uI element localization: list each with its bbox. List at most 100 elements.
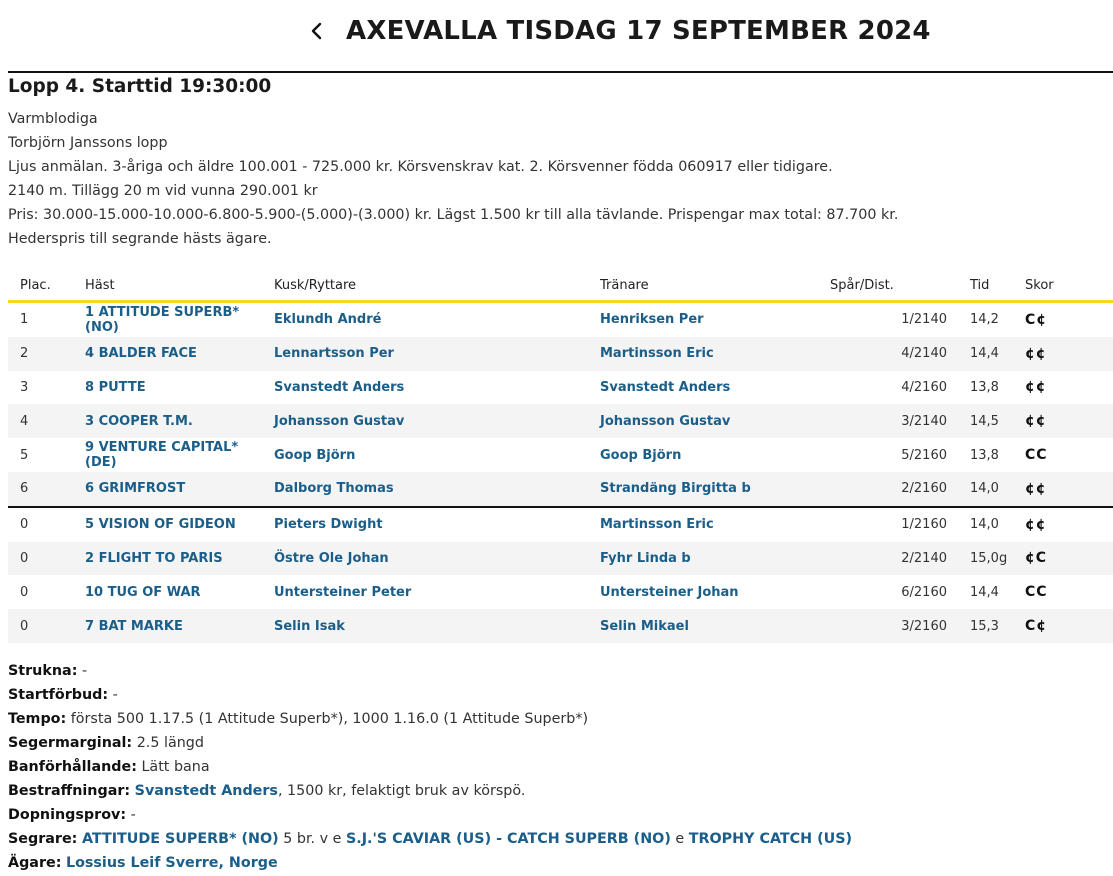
driver-link[interactable]: Selin Isak	[274, 619, 345, 634]
shoes-cell: C¢	[1025, 311, 1048, 328]
agare-line: Ägare: Lossius Leif Sverre, Norge	[8, 852, 852, 876]
plac-cell: 6	[8, 471, 85, 508]
tid-cell: 15,0g	[947, 541, 1025, 576]
trainer-link[interactable]: Goop Björn	[600, 448, 681, 463]
trainer-link[interactable]: Martinsson Eric	[600, 517, 714, 532]
post-distance-cell: 3/2140	[901, 413, 947, 429]
skor-cell: ¢C	[1025, 541, 1113, 576]
kusk-cell: Eklundh André	[274, 302, 600, 337]
col-tranare[interactable]: Tränare	[600, 270, 830, 303]
post-distance-cell: 5/2160	[901, 447, 947, 463]
shoes-cell: ¢¢	[1025, 480, 1047, 497]
hast-cell: 10 TUG OF WAR	[85, 575, 274, 609]
table-row: 0 10 TUG OF WAR Untersteiner Peter Unterste…	[8, 575, 1113, 609]
hast-cell: 1 ATTITUDE SUPERB* (NO)	[85, 302, 274, 337]
hast-cell: 9 VENTURE CAPITAL* (DE)	[85, 438, 274, 472]
driver-link[interactable]: Dalborg Thomas	[274, 481, 394, 496]
tid-cell: 14,2	[947, 302, 1025, 337]
plac-cell: 0	[8, 507, 85, 542]
tempo-label: Tempo:	[8, 711, 67, 727]
skor-cell: ¢¢	[1025, 336, 1113, 371]
post-distance-cell: 4/2160	[901, 379, 947, 395]
dam-link[interactable]: CATCH SUPERB (NO)	[507, 831, 671, 847]
col-kusk[interactable]: Kusk/Ryttare	[274, 270, 600, 303]
horse-link[interactable]: 4 BALDER FACE	[85, 346, 197, 361]
post-distance-cell: 2/2160	[901, 481, 947, 497]
trainer-link[interactable]: Henriksen Per	[600, 312, 704, 327]
winner-horse-link[interactable]: ATTITUDE SUPERB* (NO)	[82, 831, 279, 847]
driver-link[interactable]: Untersteiner Peter	[274, 585, 411, 600]
hast-cell: 5 VISION OF GIDEON	[85, 507, 274, 542]
col-tid[interactable]: Tid	[947, 270, 1025, 303]
chevron-left-icon	[311, 22, 322, 40]
trainer-link[interactable]: Svanstedt Anders	[600, 380, 730, 395]
col-spar[interactable]: Spår/Dist.	[830, 270, 947, 303]
hast-cell: 4 BALDER FACE	[85, 336, 274, 371]
horse-link[interactable]: 5 VISION OF GIDEON	[85, 517, 236, 532]
placement-cell: 3	[20, 379, 29, 395]
dopningsprov-line: Dopningsprov: -	[8, 804, 852, 828]
horse-link[interactable]: 2 FLIGHT TO PARIS	[85, 551, 223, 566]
horse-link[interactable]: 9 VENTURE CAPITAL* (DE)	[85, 440, 238, 470]
tid-cell: 14,0	[947, 471, 1025, 508]
shoes-cell: CC	[1025, 447, 1048, 464]
hast-cell: 8 PUTTE	[85, 371, 274, 405]
spar-cell: 6/2160	[830, 575, 947, 609]
horse-link[interactable]: 8 PUTTE	[85, 380, 146, 395]
col-plac[interactable]: Plac.	[8, 270, 85, 303]
tid-cell: 15,3	[947, 609, 1025, 643]
back-button[interactable]	[305, 18, 329, 44]
placement-cell: 0	[20, 550, 29, 566]
skor-cell: ¢¢	[1025, 507, 1113, 542]
trainer-link[interactable]: Martinsson Eric	[600, 346, 714, 361]
shoes-cell: CC	[1025, 584, 1048, 601]
placement-cell: 0	[20, 584, 29, 600]
kusk-cell: Johansson Gustav	[274, 404, 600, 439]
time-cell: 15,3	[970, 618, 999, 634]
spar-cell: 1/2160	[830, 507, 947, 542]
driver-link[interactable]: Goop Björn	[274, 448, 355, 463]
skor-cell: ¢¢	[1025, 404, 1113, 439]
post-distance-cell: 1/2160	[901, 517, 947, 533]
tid-cell: 14,5	[947, 404, 1025, 439]
spar-cell: 3/2160	[830, 609, 947, 643]
trainer-link[interactable]: Fyhr Linda b	[600, 551, 691, 566]
horse-link[interactable]: 6 GRIMFROST	[85, 481, 185, 496]
col-skor[interactable]: Skor	[1025, 270, 1113, 303]
tranare-cell: Fyhr Linda b	[600, 541, 830, 576]
skor-cell: CC	[1025, 438, 1113, 472]
plac-cell: 5	[8, 438, 85, 472]
sire-link[interactable]: S.J.'S CAVIAR (US)	[346, 831, 491, 847]
driver-link[interactable]: Svanstedt Anders	[274, 380, 404, 395]
strukna-line: Strukna: -	[8, 660, 852, 684]
trainer-link[interactable]: Untersteiner Johan	[600, 585, 739, 600]
page-title: AXEVALLA TISDAG 17 SEPTEMBER 2024	[346, 16, 931, 46]
skor-cell: C¢	[1025, 302, 1113, 337]
startforbud-label: Startförbud:	[8, 687, 109, 703]
trainer-link[interactable]: Johansson Gustav	[600, 414, 730, 429]
kusk-cell: Lennartsson Per	[274, 336, 600, 371]
trainer-link[interactable]: Selin Mikael	[600, 619, 689, 634]
bestraffningar-link[interactable]: Svanstedt Anders	[135, 783, 278, 799]
owner-link[interactable]: Lossius Leif Sverre, Norge	[66, 855, 278, 871]
trainer-link[interactable]: Strandäng Birgitta b	[600, 481, 751, 496]
driver-link[interactable]: Johansson Gustav	[274, 414, 404, 429]
col-hast[interactable]: Häst	[85, 270, 274, 303]
segermarginal-value: 2.5 längd	[132, 735, 204, 751]
horse-link[interactable]: 1 ATTITUDE SUPERB* (NO)	[85, 305, 239, 335]
time-cell: 15,0g	[970, 550, 1008, 566]
driver-link[interactable]: Lennartsson Per	[274, 346, 394, 361]
spar-cell: 4/2160	[830, 371, 947, 405]
plac-cell: 1	[8, 302, 85, 337]
horse-link[interactable]: 10 TUG OF WAR	[85, 585, 201, 600]
placement-cell: 2	[20, 346, 29, 362]
damsire-link[interactable]: TROPHY CATCH (US)	[689, 831, 852, 847]
horse-link[interactable]: 7 BAT MARKE	[85, 619, 183, 634]
driver-link[interactable]: Pieters Dwight	[274, 517, 383, 532]
banforhallande-value: Lätt bana	[136, 759, 210, 775]
horse-link[interactable]: 3 COOPER T.M.	[85, 414, 193, 429]
driver-link[interactable]: Eklundh André	[274, 312, 381, 327]
post-distance-cell: 1/2140	[901, 312, 947, 328]
placement-cell: 5	[20, 447, 29, 463]
driver-link[interactable]: Östre Ole Johan	[274, 551, 389, 566]
